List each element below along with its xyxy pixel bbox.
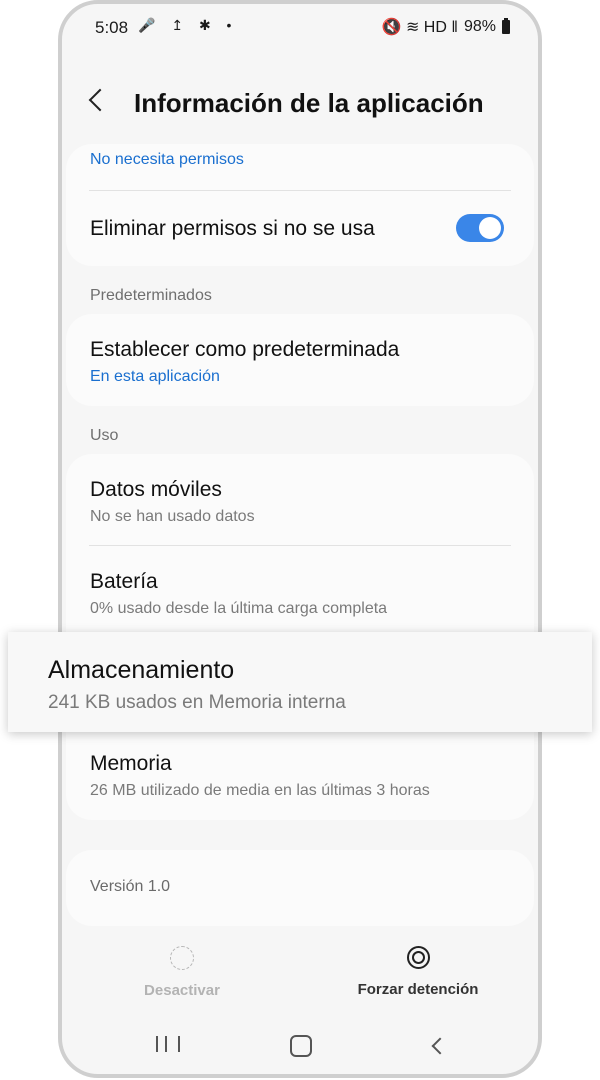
battery-level: 98% xyxy=(463,18,496,35)
force-stop-label: Forzar detención xyxy=(357,981,479,998)
usage-item-battery[interactable]: Batería 0% usado desde la última carga c… xyxy=(66,546,534,636)
usage-item-title: Datos móviles xyxy=(90,478,222,501)
home-icon[interactable] xyxy=(290,1035,312,1057)
page-title: Información de la aplicación xyxy=(134,88,484,118)
usage-item-memory[interactable]: Memoria 26 MB utilizado de media en las … xyxy=(66,730,534,820)
app-info-screen: 5:08 🎤 ↥ ✱ • 🔇 ≋ HD ‖ 98% Información de… xyxy=(62,4,538,1076)
status-system-icons: 🔇 ≋ HD ‖ xyxy=(381,19,458,36)
disable-button[interactable]: Desactivar xyxy=(82,946,282,999)
section-usage: Uso xyxy=(90,427,119,444)
force-stop-button[interactable]: Forzar detención xyxy=(318,946,518,998)
usage-item-sub: 26 MB utilizado de media en las últimas … xyxy=(90,782,430,799)
back-icon[interactable] xyxy=(88,88,112,112)
permissions-card: No necesita permisos Eliminar permisos s… xyxy=(66,144,534,266)
divider xyxy=(89,190,511,191)
storage-title: Almacenamiento xyxy=(48,656,235,684)
status-right: 🔇 ≋ HD ‖ 98% xyxy=(382,17,510,37)
version-card: Versión 1.0 xyxy=(66,850,534,926)
stop-icon xyxy=(406,946,430,969)
section-defaults: Predeterminados xyxy=(90,287,212,304)
usage-item-sub: No se han usado datos xyxy=(90,508,255,525)
version-text: Versión 1.0 xyxy=(90,878,171,895)
usage-item-sub: 0% usado desde la última carga completa xyxy=(90,600,388,617)
usage-item-title: Memoria xyxy=(90,752,172,775)
permissions-summary[interactable]: No necesita permisos xyxy=(90,151,244,169)
battery-icon xyxy=(502,18,510,34)
recent-apps-icon[interactable] xyxy=(156,1036,180,1052)
usage-item-title: Batería xyxy=(90,570,158,593)
usage-item-storage[interactable]: Almacenamiento 241 KB usados en Memoria … xyxy=(8,632,592,732)
set-default-sub: En esta aplicación xyxy=(90,368,220,385)
status-notification-icons: 🎤 ↥ ✱ • xyxy=(138,17,238,33)
set-default-title: Establecer como predeterminada xyxy=(90,338,400,361)
disable-icon xyxy=(170,946,194,970)
remove-permissions-label: Eliminar permisos si no se usa xyxy=(90,217,375,240)
disable-label: Desactivar xyxy=(144,982,220,999)
defaults-card[interactable]: Establecer como predeterminada En esta a… xyxy=(66,314,534,406)
toggle-knob xyxy=(479,217,501,239)
status-bar: 5:08 🎤 ↥ ✱ • 🔇 ≋ HD ‖ 98% xyxy=(62,14,538,42)
status-time: 5:08 xyxy=(95,18,129,37)
remove-permissions-toggle[interactable] xyxy=(456,214,504,242)
usage-item-mobile-data[interactable]: Datos móviles No se han usado datos xyxy=(66,454,534,544)
storage-sub: 241 KB usados en Memoria interna xyxy=(48,692,346,713)
